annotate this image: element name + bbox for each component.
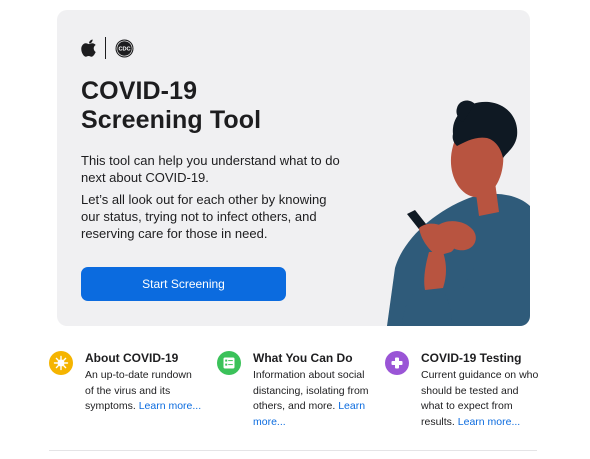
learn-more-link[interactable]: Learn more... [139, 400, 201, 412]
page-title: COVID-19 Screening Tool [81, 77, 341, 135]
hero-card: CDC COVID-19 Screening Tool This tool ca… [57, 10, 530, 326]
info-description: Current guidance on who should be tested… [421, 368, 539, 430]
cdc-logo-icon: CDC [115, 39, 134, 57]
page-title-line1: COVID-19 [81, 77, 198, 105]
logo-divider [105, 37, 106, 59]
learn-more-link[interactable]: Learn more... [458, 416, 520, 428]
plus-icon [385, 351, 409, 375]
virus-icon [49, 351, 73, 375]
mission-paragraph: Let’s all look out for each other by kno… [81, 192, 327, 241]
info-title: About COVID-19 [85, 351, 179, 365]
info-description: Information about social distancing, iso… [253, 368, 371, 430]
info-title: What You Can Do [253, 351, 353, 365]
apple-logo-icon [81, 39, 96, 57]
person-with-phone-illustration [387, 100, 530, 326]
page-title-line2: Screening Tool [81, 106, 262, 134]
info-description: An up-to-date rundown of the virus and i… [85, 368, 203, 415]
cdc-logo-text: CDC [118, 46, 130, 52]
section-divider [49, 450, 537, 451]
info-title: COVID-19 Testing [421, 351, 522, 365]
partner-logos: CDC [81, 37, 134, 59]
start-screening-button[interactable]: Start Screening [81, 267, 286, 301]
checklist-icon [217, 351, 241, 375]
intro-paragraph: This tool can help you understand what t… [81, 153, 340, 185]
